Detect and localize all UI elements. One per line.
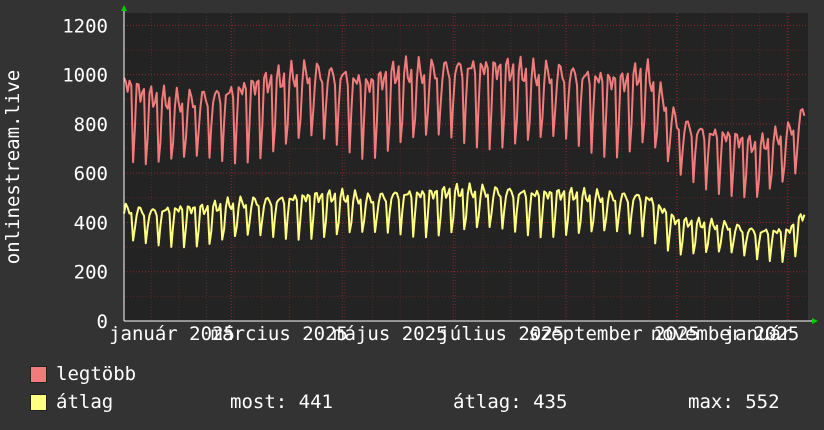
stat-atlag: átlag: 435: [453, 391, 568, 413]
x-tick-labels: január 2025március 2025május 2025július …: [109, 323, 799, 345]
legend-swatch-legtobb: [30, 365, 47, 383]
x-tick-label: május 2025: [333, 323, 447, 345]
legend-item-atlag: átlag: [30, 391, 113, 413]
legend-swatch-atlag: [30, 393, 47, 411]
x-axis-arrow-icon: [812, 318, 818, 324]
x-tick-label: január: [724, 323, 793, 345]
legend-label-legtobb: legtöbb: [56, 363, 137, 385]
legend-item-legtobb: legtöbb: [30, 363, 136, 385]
x-tick-label: március 2025: [211, 323, 348, 345]
y-tick-label: 0: [97, 311, 108, 333]
legend-label-atlag: átlag: [56, 391, 114, 413]
y-tick-label: 800: [74, 114, 108, 136]
y-axis-label: onlinestream.live: [2, 70, 24, 264]
stat-most: most: 441: [230, 391, 333, 413]
y-tick-label: 1200: [62, 15, 108, 37]
y-tick-labels: 0 200 400 600 800 1000 1200: [62, 15, 108, 333]
y-tick-label: 400: [74, 212, 108, 234]
y-tick-label: 600: [74, 163, 108, 185]
y-tick-label: 1000: [62, 65, 108, 87]
y-axis-arrow-icon: [121, 5, 127, 11]
y-tick-label: 200: [74, 262, 108, 284]
stat-max: max: 552: [688, 391, 780, 413]
